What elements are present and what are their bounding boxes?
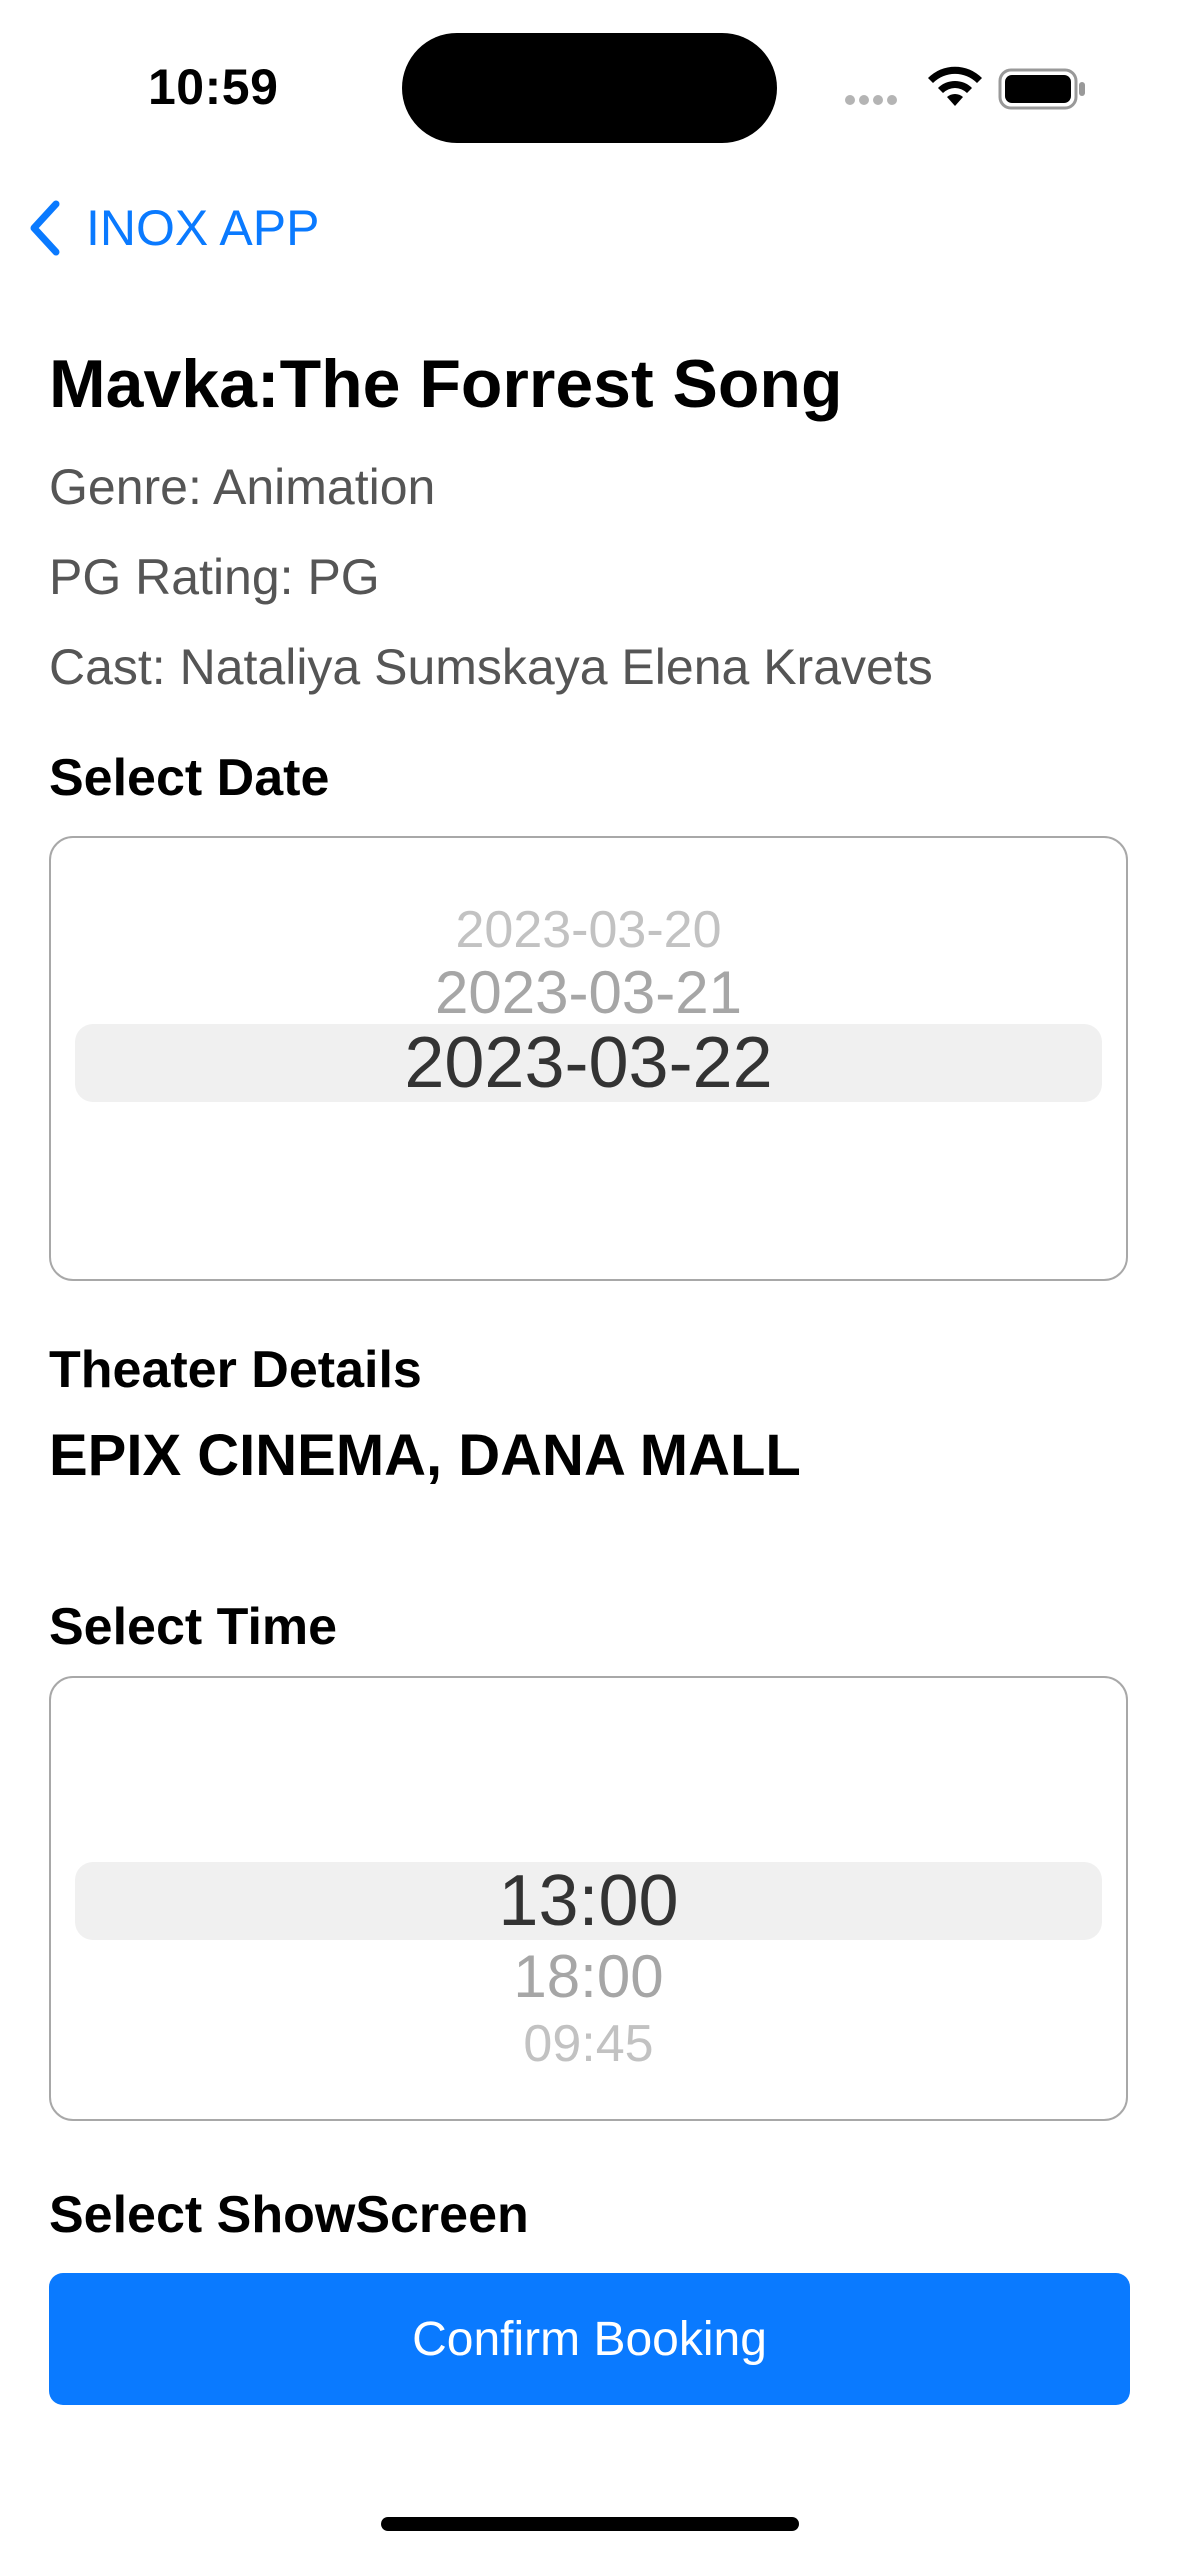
- theater-name: EPIX CINEMA, DANA MALL: [49, 1423, 801, 1488]
- time-option-selected[interactable]: 13:00: [51, 1862, 1126, 1940]
- back-label: INOX APP: [86, 200, 320, 256]
- time-picker[interactable]: 13:00 18:00 09:45: [49, 1676, 1128, 2121]
- select-showscreen-label: Select ShowScreen: [49, 2186, 529, 2244]
- movie-title: Mavka:The Forrest Song: [49, 346, 843, 422]
- time-option[interactable]: 18:00: [51, 1942, 1126, 2011]
- wifi-icon: [928, 66, 982, 106]
- movie-genre: Genre: Animation: [49, 459, 436, 515]
- date-option-selected[interactable]: 2023-03-22: [51, 1024, 1126, 1102]
- cellular-signal-icon: [845, 92, 901, 110]
- status-time: 10:59: [148, 59, 279, 115]
- back-button[interactable]: INOX APP: [24, 196, 319, 260]
- home-indicator: [381, 2517, 799, 2531]
- select-time-label: Select Time: [49, 1598, 338, 1656]
- dynamic-island: [402, 33, 777, 143]
- select-date-label: Select Date: [49, 749, 330, 807]
- date-option[interactable]: 2023-03-21: [51, 958, 1126, 1027]
- battery-icon: [998, 68, 1085, 110]
- movie-cast: Cast: Nataliya Sumskaya Elena Kravets: [49, 639, 933, 695]
- date-option[interactable]: 2023-03-20: [51, 900, 1126, 960]
- date-picker[interactable]: 2023-03-20 2023-03-21 2023-03-22: [49, 836, 1128, 1281]
- movie-rating: PG Rating: PG: [49, 549, 380, 605]
- time-option[interactable]: 09:45: [51, 2014, 1126, 2074]
- chevron-left-icon: [30, 200, 60, 256]
- theater-details-label: Theater Details: [49, 1341, 422, 1399]
- confirm-booking-button[interactable]: Confirm Booking: [49, 2273, 1130, 2405]
